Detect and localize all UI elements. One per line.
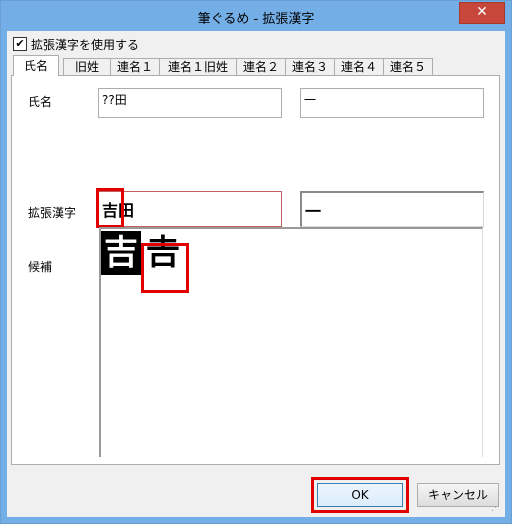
use-extended-kanji-option[interactable]: ✔ 拡張漢字を使用する [13,36,139,52]
tab-joint-name-1-maiden[interactable]: 連名１旧姓 [159,58,237,75]
extended-kanji-label: 拡張漢字 [28,206,77,220]
close-icon: ✕ [476,4,488,20]
use-extended-kanji-label: 拡張漢字を使用する [31,37,140,52]
name-label: 氏名 [28,95,53,109]
kanji-given-name-field[interactable]: 一 [300,191,484,227]
cancel-button[interactable]: キャンセル [417,483,499,507]
surname-field[interactable]: ??田 [98,88,282,118]
title-bar[interactable]: 筆ぐるめ - 拡張漢字 ✕ [1,1,511,31]
close-button[interactable]: ✕ [459,2,505,24]
use-extended-kanji-checkbox[interactable]: ✔ [13,37,27,51]
candidate-item-0[interactable]: 吉 [101,231,141,275]
checkmark-icon: ✔ [15,37,25,50]
given-name-field[interactable]: 一 [300,88,484,118]
candidates-label: 候補 [28,260,53,274]
kanji-surname-field[interactable]: 吉田 [98,191,282,227]
dialog-window: 筆ぐるめ - 拡張漢字 ✕ ✔ 拡張漢字を使用する 氏名 旧姓 連名１ 連名１旧… [0,0,512,524]
surname-value: ??田 [102,93,127,107]
window-title: 筆ぐるめ - 拡張漢字 [197,12,315,27]
given-name-value: 一 [304,93,317,107]
tab-joint-name-1[interactable]: 連名１ [110,58,160,75]
highlight-box-candidate [141,243,189,293]
tab-maiden-name[interactable]: 旧姓 [63,58,111,75]
tab-joint-name-2[interactable]: 連名２ [236,58,286,75]
highlight-box-surname-char [96,188,124,228]
tab-name[interactable]: 氏名 [13,55,59,76]
tab-joint-name-5[interactable]: 連名５ [383,58,433,75]
highlight-box-ok [311,477,409,513]
dialog-body: ✔ 拡張漢字を使用する 氏名 旧姓 連名１ 連名１旧姓 連名２ 連名３ 連名４ … [7,31,505,517]
tab-joint-name-3[interactable]: 連名３ [285,58,335,75]
kanji-given-name-value: 一 [305,202,322,221]
tab-joint-name-4[interactable]: 連名４ [334,58,384,75]
resize-grip-icon[interactable]: ⋰ [491,503,503,515]
